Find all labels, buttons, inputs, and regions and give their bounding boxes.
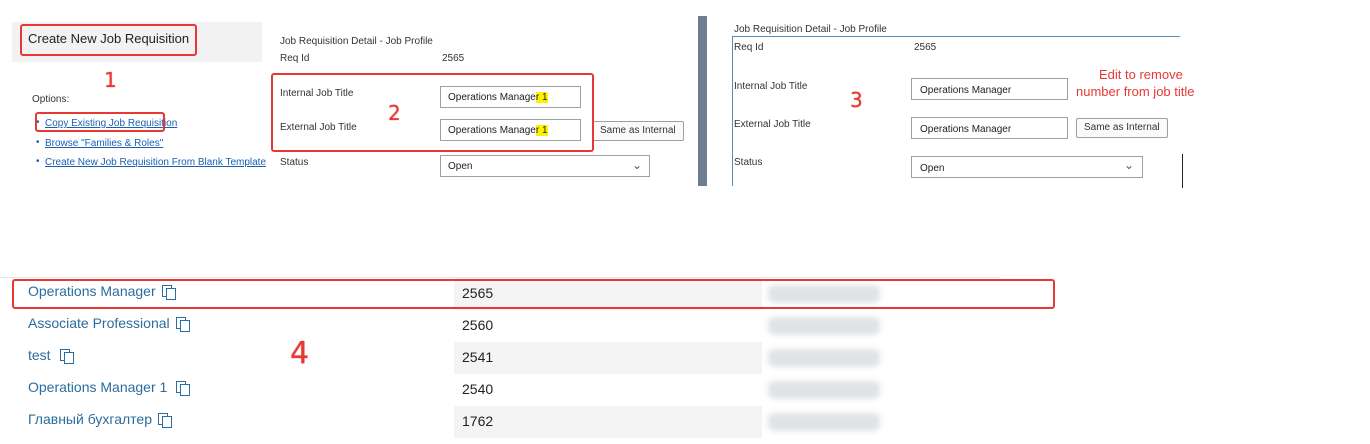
copy-icon[interactable] xyxy=(176,380,190,396)
step3-number: 3 xyxy=(850,88,863,112)
status-select[interactable]: Open xyxy=(440,155,650,177)
bullet-icon: • xyxy=(36,156,40,167)
panel3-external-job-title-label: External Job Title xyxy=(734,119,811,130)
job-title-link[interactable]: Associate Professional xyxy=(28,315,170,331)
blurred-owner-name xyxy=(768,317,880,335)
chevron-down-icon[interactable]: ⌄ xyxy=(632,158,642,172)
panel2-header: Job Requisition Detail - Job Profile xyxy=(280,36,433,47)
req-id-value: 2565 xyxy=(442,53,465,64)
browse-families-roles-link[interactable]: Browse "Families & Roles" xyxy=(45,138,163,149)
job-title-link[interactable]: Operations Manager 1 xyxy=(28,379,167,395)
table-row[interactable]: Главный бухгалтер 1762 xyxy=(0,406,1000,438)
copy-icon[interactable] xyxy=(158,412,172,428)
bullet-icon: • xyxy=(36,137,40,148)
job-title-link[interactable]: Главный бухгалтер xyxy=(28,411,152,427)
step2-highlight-box xyxy=(271,73,594,152)
req-id-label: Req Id xyxy=(280,53,310,64)
requisition-id: 2560 xyxy=(462,317,494,333)
panel3-left-border xyxy=(732,36,733,186)
table-row[interactable]: Associate Professional 2560 xyxy=(0,310,1000,342)
status-value: Open xyxy=(448,161,473,172)
blurred-owner-name xyxy=(768,413,880,431)
id-cell-background xyxy=(454,406,762,438)
panel3-same-as-internal-button[interactable]: Same as Internal xyxy=(1076,118,1168,138)
panel3-cursor-line xyxy=(1182,154,1183,188)
chevron-down-icon[interactable]: ⌄ xyxy=(1124,158,1134,172)
status-label: Status xyxy=(280,157,309,168)
edit-annotation-line2: number from job title xyxy=(1076,84,1195,99)
options-label: Options: xyxy=(32,94,70,105)
copy-existing-highlight-box xyxy=(35,112,165,132)
panel-divider xyxy=(698,16,707,186)
same-as-internal-button[interactable]: Same as Internal xyxy=(592,121,684,141)
panel3-internal-job-title-input[interactable]: Operations Manager xyxy=(911,78,1068,100)
step1-number: 1 xyxy=(104,68,117,92)
requisition-id: 2540 xyxy=(462,381,494,397)
requisition-id: 1762 xyxy=(462,413,494,429)
panel3-req-id-label: Req Id xyxy=(734,42,764,53)
panel3-external-job-title-input[interactable]: Operations Manager xyxy=(911,117,1068,139)
panel3-status-label: Status xyxy=(734,157,763,168)
requisition-id: 2541 xyxy=(462,349,494,365)
step2-number: 2 xyxy=(388,101,401,125)
panel3-status-select[interactable]: Open xyxy=(911,156,1143,178)
panel3-header: Job Requisition Detail - Job Profile xyxy=(734,24,887,35)
blurred-owner-name xyxy=(768,349,880,367)
panel3-top-border xyxy=(732,36,1180,37)
panel3-req-id-value: 2565 xyxy=(914,42,937,53)
edit-annotation-line1: Edit to remove xyxy=(1099,67,1183,82)
create-from-blank-link[interactable]: Create New Job Requisition From Blank Te… xyxy=(45,157,266,168)
copy-icon[interactable] xyxy=(60,348,74,364)
id-cell-background xyxy=(454,342,762,374)
blurred-owner-name xyxy=(768,381,880,399)
step1-highlight-box xyxy=(20,24,197,56)
table-row[interactable]: test 2541 xyxy=(0,342,1000,374)
table-row[interactable]: Operations Manager 1 2540 xyxy=(0,374,1000,406)
job-title-link[interactable]: test xyxy=(28,347,51,363)
copy-icon[interactable] xyxy=(176,316,190,332)
panel3-internal-job-title-label: Internal Job Title xyxy=(734,81,808,92)
step4-number: 4 xyxy=(290,336,310,371)
step4-highlight-box xyxy=(12,279,1055,309)
